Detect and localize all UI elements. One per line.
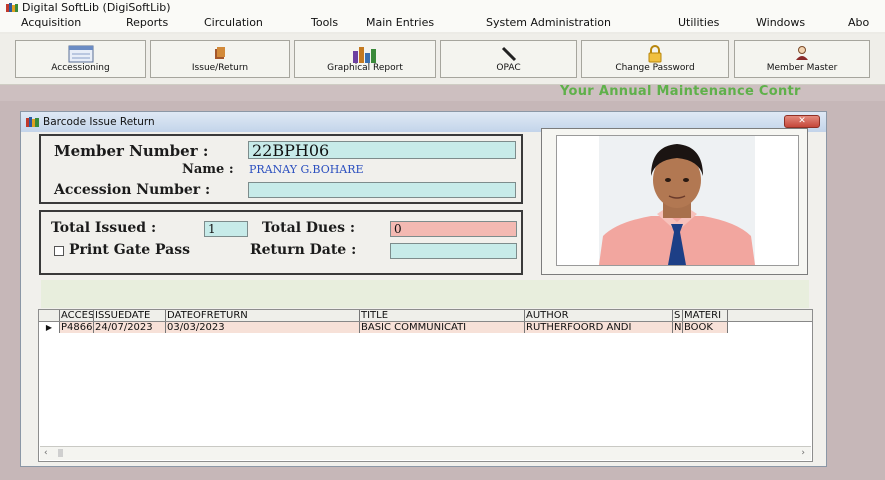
menu-tools[interactable]: Tools <box>311 14 338 32</box>
graphical-report-button[interactable]: Graphical Report <box>294 40 436 78</box>
issue-return-label: Issue/Return <box>191 63 249 73</box>
amc-marquee-text: Your Annual Maintenance Contr <box>560 84 801 99</box>
horizontal-scrollbar[interactable]: ‹ › <box>40 446 811 460</box>
total-issued-label: Total Issued : <box>51 220 157 236</box>
cell-issuedate: 24/07/2023 <box>94 322 166 333</box>
total-dues-field[interactable]: 0 <box>390 221 517 237</box>
issued-books-grid[interactable]: ACCES ISSUEDATE DATEOFRETURN TITLE AUTHO… <box>38 309 813 462</box>
grid-header-selector <box>39 310 60 321</box>
cell-accession: P4866 <box>61 322 94 333</box>
menu-circulation[interactable]: Circulation <box>204 14 263 32</box>
member-number-label: Member Number : <box>54 142 209 160</box>
app-title: Digital SoftLib (DigiSoftLib) <box>22 1 171 14</box>
menu-reports[interactable]: Reports <box>126 14 168 32</box>
window-form-icon <box>68 45 93 63</box>
menu-main-entries[interactable]: Main Entries <box>366 14 434 32</box>
user-icon <box>796 46 808 60</box>
member-group: Member Number : 22BPH06 Name : PRANAY G.… <box>39 134 523 204</box>
total-dues-label: Total Dues : <box>262 220 356 236</box>
scroll-left-arrow-icon[interactable]: ‹ <box>44 447 48 460</box>
accession-number-input[interactable] <box>248 182 516 198</box>
book-icon <box>215 47 225 59</box>
opac-label: OPAC <box>496 63 521 73</box>
cell-material: BOOK <box>683 322 728 333</box>
message-strip <box>41 280 809 308</box>
menu-bar: Acquisition Reports Circulation Tools Ma… <box>0 14 885 32</box>
member-portrait-image <box>557 136 798 265</box>
name-label: Name : <box>182 162 234 177</box>
accession-number-label: Accession Number : <box>54 182 211 198</box>
grid-header-s[interactable]: S <box>673 310 683 321</box>
app-books-icon <box>6 3 18 12</box>
padlock-icon <box>648 45 662 63</box>
member-master-button[interactable]: Member Master <box>734 40 870 78</box>
grid-header-dateofreturn[interactable]: DATEOFRETURN <box>166 310 360 321</box>
menu-about[interactable]: Abo <box>848 14 869 32</box>
change-password-button[interactable]: Change Password <box>581 40 729 78</box>
close-button[interactable]: ✕ <box>784 115 820 128</box>
cell-s: N <box>674 322 683 333</box>
print-gate-pass-label[interactable]: Print Gate Pass <box>69 242 190 258</box>
grid-header-issuedate[interactable]: ISSUEDATE <box>94 310 166 321</box>
grid-header-row: ACCES ISSUEDATE DATEOFRETURN TITLE AUTHO… <box>39 310 812 322</box>
table-row[interactable]: P4866 24/07/2023 03/03/2023 BASIC COMMUN… <box>60 322 728 333</box>
scroll-thumb[interactable] <box>58 449 63 457</box>
grid-header-material[interactable]: MATERI <box>683 310 728 321</box>
totals-group: Total Issued : 1 Total Dues : 0 Print Ga… <box>39 210 523 275</box>
menu-utilities[interactable]: Utilities <box>678 14 719 32</box>
print-gate-pass-checkbox[interactable] <box>54 246 64 256</box>
scroll-right-arrow-icon[interactable]: › <box>801 447 805 460</box>
toolbar: Accessioning Issue/Return Graphical Repo… <box>0 34 885 85</box>
accessioning-label: Accessioning <box>51 63 110 73</box>
cell-dateofreturn: 03/03/2023 <box>166 322 360 333</box>
member-master-label: Member Master <box>766 63 838 73</box>
barcode-issue-return-dialog: Barcode Issue Return ✕ Member Number : 2… <box>20 111 827 467</box>
grid-header-accession[interactable]: ACCES <box>60 310 94 321</box>
grid-header-author[interactable]: AUTHOR <box>525 310 673 321</box>
issue-return-button[interactable]: Issue/Return <box>150 40 290 78</box>
return-date-label: Return Date : <box>250 242 357 258</box>
row-selector-arrow-icon[interactable]: ▶ <box>39 322 60 333</box>
change-password-label: Change Password <box>615 63 695 73</box>
return-date-field[interactable] <box>390 243 517 259</box>
opac-button[interactable]: OPAC <box>440 40 577 78</box>
dialog-books-icon <box>26 117 39 127</box>
cell-title: BASIC COMMUNICATI <box>360 322 525 333</box>
total-issued-field[interactable]: 1 <box>204 221 248 237</box>
dialog-title: Barcode Issue Return <box>43 116 155 128</box>
member-number-field[interactable]: 22BPH06 <box>248 141 516 159</box>
menu-windows[interactable]: Windows <box>756 14 805 32</box>
graphical-report-label: Graphical Report <box>327 63 403 73</box>
member-photo <box>556 135 799 266</box>
menu-system-administration[interactable]: System Administration <box>486 14 611 32</box>
grid-header-title[interactable]: TITLE <box>360 310 525 321</box>
accessioning-button[interactable]: Accessioning <box>15 40 146 78</box>
bar-chart-icon <box>353 47 376 63</box>
member-name-value: PRANAY G.BOHARE <box>249 163 364 176</box>
menu-acquisition[interactable]: Acquisition <box>21 14 81 32</box>
magnifier-icon <box>501 46 516 62</box>
cell-author: RUTHERFOORD ANDI <box>525 322 673 333</box>
member-photo-frame <box>541 128 808 275</box>
app-title-bar: Digital SoftLib (DigiSoftLib) <box>0 0 885 14</box>
